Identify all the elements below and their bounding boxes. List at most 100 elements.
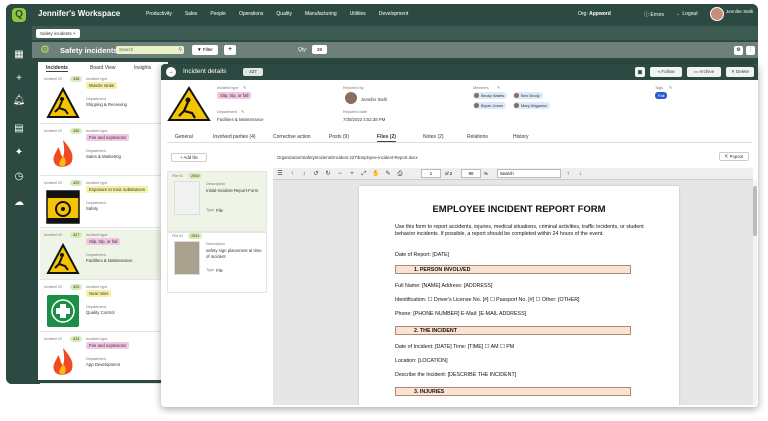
tab-insights[interactable]: Insights	[134, 65, 151, 71]
tab-relations[interactable]: Relations	[467, 134, 488, 140]
tab-board-view[interactable]: Board View	[90, 65, 115, 71]
file-card[interactable]: File ID 2541 Description safety sign pla…	[167, 231, 267, 293]
user-name: Jennifer Stelli	[726, 9, 754, 14]
next-page-icon[interactable]: ↓	[299, 169, 309, 179]
document-viewer[interactable]: EMPLOYEE INCIDENT REPORT FORM Use this f…	[273, 180, 753, 405]
menu-quality[interactable]: Quality	[276, 11, 292, 17]
menu-utilities[interactable]: Utilities	[350, 11, 366, 17]
member-chip[interactable]: Mary Abgarian	[513, 102, 550, 109]
rotate-left-icon[interactable]: ↺	[311, 169, 321, 179]
follow-button[interactable]: ⤷ Follow	[650, 67, 682, 77]
fit-page-icon[interactable]: ⤢	[359, 169, 369, 179]
member-chip[interactable]: Bryan Jones	[473, 102, 507, 109]
tab-involved-parties[interactable]: Involved parties (4)	[213, 134, 256, 140]
add-incident-button[interactable]: +	[224, 45, 236, 55]
tab-corrective-action[interactable]: Corrective action	[273, 134, 311, 140]
reporter-avatar	[345, 92, 357, 104]
org-selector[interactable]: Org: Appword	[578, 11, 611, 17]
tab-posts[interactable]: Posts (9)	[329, 134, 349, 140]
tab-notes[interactable]: Notes (2)	[423, 134, 444, 140]
incident-card[interactable]: Incident ID 438 Incident type Muscle str…	[40, 74, 164, 124]
module-toolbar: ⚙ Safety incidents Search ⚲ ▼ Filter + Qt…	[32, 42, 758, 58]
tab-general[interactable]: General	[175, 134, 193, 140]
department-value: Facilities & Maintenance	[217, 117, 264, 122]
edit-icon[interactable]: ✎	[497, 85, 500, 90]
search-icon: ⚲	[178, 47, 182, 53]
scrollbar-thumb[interactable]	[753, 186, 757, 236]
prev-page-icon[interactable]: ↑	[287, 169, 297, 179]
viewer-search-input[interactable]: Search	[497, 169, 561, 178]
rotate-right-icon[interactable]: ↻	[323, 169, 333, 179]
logout-arrow-icon: ←	[676, 11, 681, 17]
zoom-out-icon[interactable]: −	[335, 169, 345, 179]
file-card-selected[interactable]: File ID 2540 Description Initial-Inciden…	[167, 171, 267, 233]
menu-manufacturing[interactable]: Manufacturing	[305, 11, 337, 17]
folder-icon[interactable]: ▆	[635, 67, 645, 77]
tab-files[interactable]: Files (2)	[377, 134, 396, 142]
tab-safety-incidents[interactable]: Safety incidents ×	[36, 29, 80, 38]
user-avatar[interactable]	[710, 7, 724, 21]
incident-department: Safety	[86, 206, 99, 211]
file-description: Initial-Incident-Report-Form	[206, 188, 259, 193]
menu-sales[interactable]: Sales	[185, 11, 198, 17]
delete-button[interactable]: ✕ Delete	[726, 67, 754, 77]
zoom-in-icon[interactable]: +	[347, 169, 357, 179]
incident-card[interactable]: Incident ID 425 Incident type Near miss …	[40, 282, 164, 332]
annotate-pen-icon[interactable]: ✎	[383, 169, 393, 179]
edit-icon[interactable]: ✎	[669, 85, 672, 90]
sidebar-toggle-icon[interactable]: ☰	[275, 169, 285, 179]
incident-card[interactable]: Incident ID 424 Incident type Fire and e…	[40, 334, 164, 384]
search-prev-icon[interactable]: ↑	[563, 169, 573, 179]
viewer-scrollbar[interactable]	[753, 180, 757, 405]
print-icon[interactable]: ⎙	[395, 169, 405, 179]
tag-chip: Fall	[655, 92, 668, 99]
tab-incidents[interactable]: Incidents	[46, 65, 68, 72]
doc-phone: Phone: [PHONE NUMBER] E-Mail: [E-MAIL AD…	[395, 311, 527, 317]
member-chip[interactable]: Becky Wates	[473, 92, 508, 99]
filter-button[interactable]: ▼ Filter	[192, 45, 218, 55]
incident-id-badge: 438	[70, 76, 83, 82]
errors-link[interactable]: ⓘ Errors	[644, 11, 664, 18]
incident-card[interactable]: Incident ID 429 Incident type Exposure t…	[40, 178, 164, 228]
apps-grid-icon[interactable]: ▦	[12, 48, 26, 62]
bell-icon[interactable]: 🔔︎	[12, 94, 26, 108]
edit-icon[interactable]: ✎	[243, 85, 246, 90]
pan-hand-icon[interactable]: ✋	[371, 169, 381, 179]
page-number-input[interactable]: 1	[421, 169, 441, 178]
fire-icon	[53, 140, 73, 167]
doc-describe: Describe the Incident: [DESCRIBE THE INC…	[395, 372, 517, 378]
tab-history[interactable]: History	[513, 134, 529, 140]
menu-people[interactable]: People	[210, 11, 226, 17]
more-icon[interactable]: ⋮	[746, 46, 755, 55]
document-thumbnail	[174, 181, 200, 215]
cloud-upload-icon[interactable]: ☁	[12, 196, 26, 210]
menu-development[interactable]: Development	[379, 11, 408, 17]
popout-button[interactable]: ⇱ Popout	[719, 152, 749, 161]
logout-link[interactable]: ← Logout	[676, 11, 698, 17]
incident-card[interactable]: Incident ID 430 Incident type Fire and e…	[40, 126, 164, 176]
doc-identification: Identification: ☐ Driver's License No. […	[395, 297, 580, 303]
left-sidebar: ▦ + 🔔︎ ▤ ✦ ◷ ☁	[6, 26, 32, 384]
menu-operations[interactable]: Operations	[239, 11, 263, 17]
search-next-icon[interactable]: ↓	[575, 169, 585, 179]
search-input[interactable]: Search ⚲	[116, 46, 184, 54]
menu-productivity[interactable]: Productivity	[146, 11, 172, 17]
close-icon: ✕	[730, 69, 735, 74]
app-logo-icon[interactable]: Q	[12, 8, 26, 22]
archive-button[interactable]: ▭ Archive	[687, 67, 721, 77]
back-arrow-icon[interactable]: →	[166, 67, 176, 77]
reported-date-value: 7/30/2023 4:52:38 PM	[343, 117, 386, 122]
zoom-input[interactable]: 90	[461, 169, 481, 178]
incident-card-selected[interactable]: Incident ID 427 Incident type Slip, trip…	[40, 230, 164, 280]
settings-icon[interactable]: ⚙	[734, 46, 743, 55]
chat-icon[interactable]: ▤	[12, 122, 26, 136]
incident-type-tag: Exposure to toxic substances	[86, 186, 148, 193]
member-chip[interactable]: Ben Brody	[513, 92, 543, 99]
activity-icon[interactable]: ✦	[12, 146, 26, 160]
incident-type-tag: Near miss	[86, 290, 112, 297]
edit-icon[interactable]: ✎	[241, 109, 244, 114]
add-file-button[interactable]: + Add file	[171, 153, 207, 162]
add-icon[interactable]: +	[12, 72, 26, 86]
dialog-header: → Incident details 427 ▆ ⤷ Follow ▭ Arch…	[161, 64, 758, 80]
clock-icon[interactable]: ◷	[12, 170, 26, 184]
